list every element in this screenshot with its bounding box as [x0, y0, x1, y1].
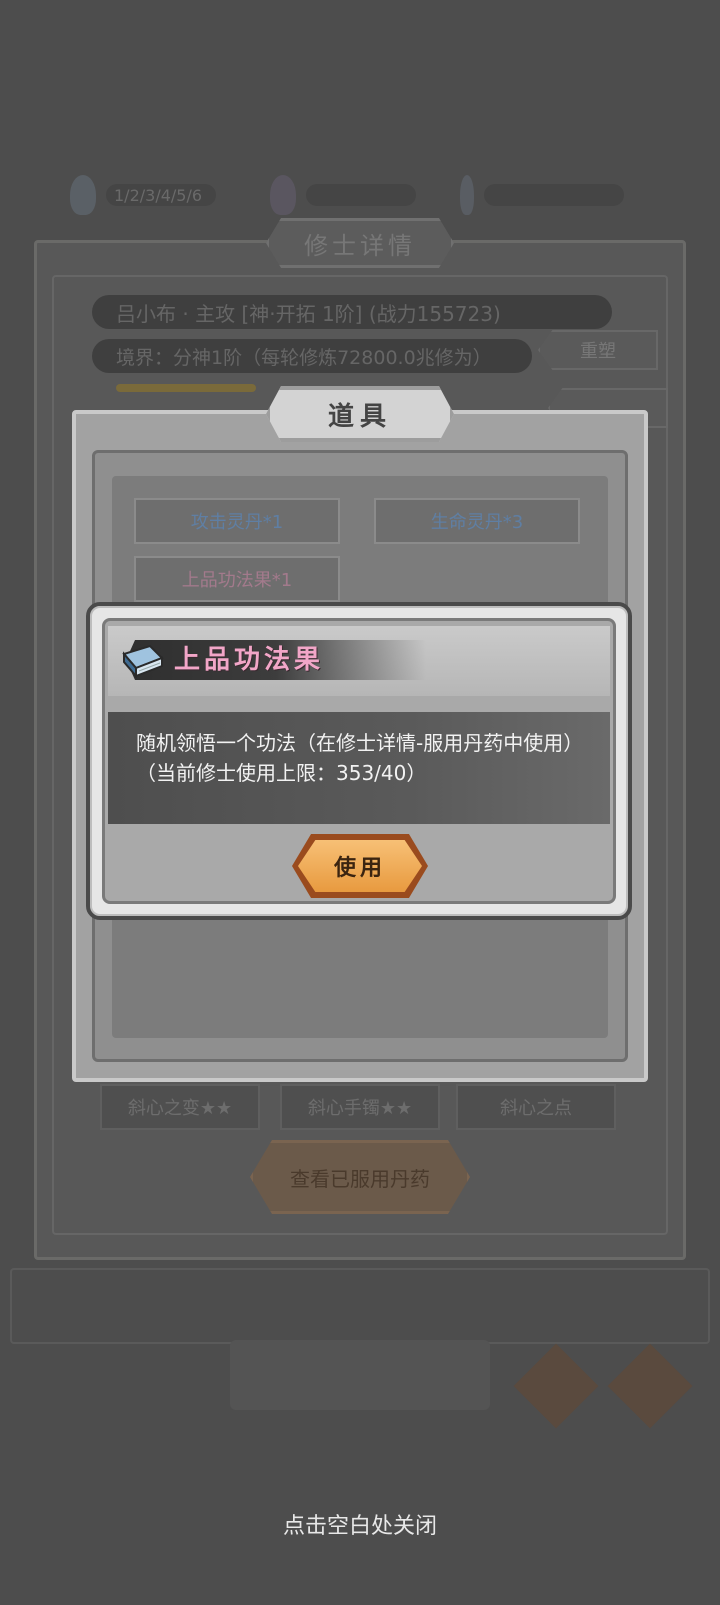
progress-bar [116, 384, 256, 392]
cultivator-detail-title: 修士详情 [266, 218, 454, 268]
feather-icon [460, 175, 474, 215]
blue-orb-icon [70, 175, 96, 215]
bottom-panel [230, 1340, 490, 1410]
cultivator-realm-row: 境界：分神1阶（每轮修炼72800.0兆修为） [92, 339, 532, 373]
reset-button[interactable]: 重塑 [538, 330, 658, 370]
item-life-pill[interactable]: 生命灵丹*3 [374, 498, 580, 544]
book-icon [120, 644, 166, 680]
resource-item-2 [270, 165, 416, 225]
equipment-slot-1[interactable]: 斜心之变★★ [100, 1084, 260, 1130]
purple-orb-icon [270, 175, 296, 215]
bottom-frame [10, 1268, 710, 1344]
equipment-slot-3[interactable]: 斜心之点 [456, 1084, 616, 1130]
item-technique-fruit[interactable]: 上品功法果*1 [134, 556, 340, 602]
resource-item-1: 1/2/3/4/5/6 [70, 165, 216, 225]
item-attack-pill[interactable]: 攻击灵丹*1 [134, 498, 340, 544]
close-hint: 点击空白处关闭 [282, 1514, 437, 1539]
resource-bar: 1/2/3/4/5/6 [60, 165, 660, 225]
cultivator-name-row: 吕小布 · 主攻 [神·开拓 1阶] (战力155723) [92, 295, 612, 329]
resource-value [306, 184, 416, 206]
resource-value [484, 184, 624, 206]
items-panel-title: 道具 [266, 386, 454, 442]
equipment-slot-2[interactable]: 斜心手镯★★ [280, 1084, 440, 1130]
view-consumed-pills-button[interactable]: 查看已服用丹药 [250, 1140, 470, 1214]
popup-item-name: 上品功法果 [174, 645, 325, 675]
popup-item-description: 随机领悟一个功法（在修士详情-服用丹药中使用）（当前修士使用上限：353/40） [136, 731, 584, 785]
use-button[interactable]: 使用 [298, 840, 422, 892]
resource-item-3 [460, 165, 624, 225]
resource-value: 1/2/3/4/5/6 [106, 184, 216, 206]
